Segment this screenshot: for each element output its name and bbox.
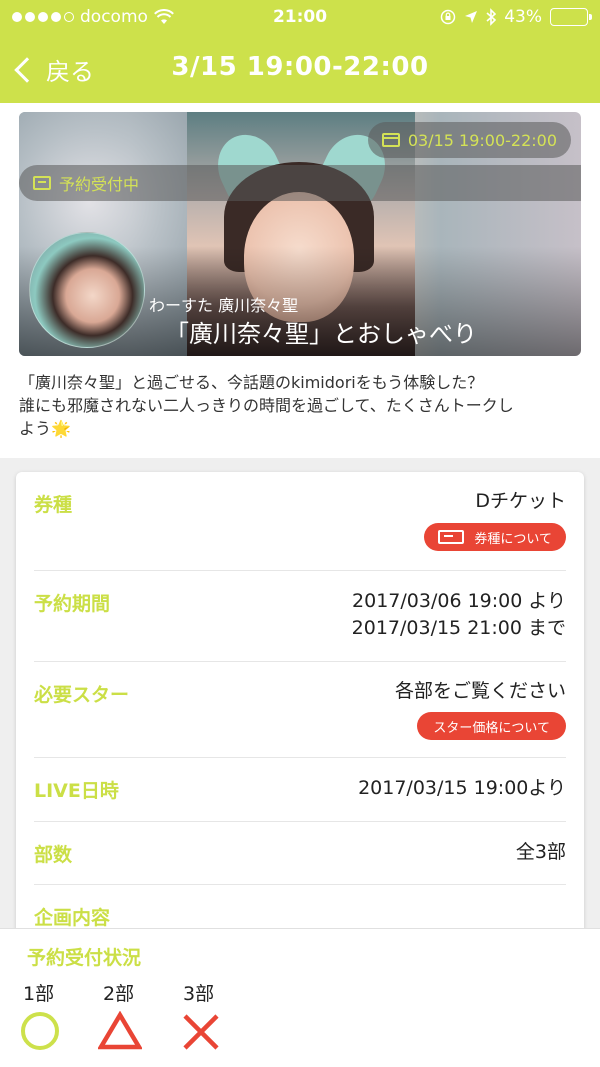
star-price-info-button[interactable]: スター価格について — [417, 712, 566, 740]
ticket-type-label: 券種 — [34, 494, 73, 516]
bluetooth-icon — [486, 8, 497, 26]
live-datetime-label: LIVE日時 — [34, 780, 119, 802]
plan-label: 企画内容 — [34, 907, 111, 929]
header: docomo 21:00 43% 戻る 3/15 19:00-22:00 — [0, 0, 600, 103]
description-line-1: 「廣川奈々聖」と過ごせる、今話題のkimidoriをもう体験した？ — [19, 373, 484, 392]
ticket-type-info-button[interactable]: 券種について — [424, 523, 566, 551]
event-title: 「廣川奈々聖」とおしゃべり — [165, 320, 477, 348]
available-circle-icon[interactable] — [21, 1012, 59, 1050]
ticket-icon — [33, 176, 51, 190]
battery-percent: 43% — [504, 7, 542, 27]
parts-count-value: 全3部 — [515, 841, 566, 863]
date-badge-text: 03/15 19:00-22:00 — [407, 130, 557, 150]
reservation-period-to: 2017/03/15 21:00 まで — [351, 617, 566, 639]
parts-count-label: 部数 — [34, 844, 73, 866]
sold-out-cross-icon[interactable] — [182, 1013, 220, 1051]
page-title: 3/15 19:00-22:00 — [171, 52, 429, 82]
description-line-2: 誰にも邪魔されない二人っきりの時間を過ごして、たくさんトークし — [19, 396, 514, 415]
hero-banner: 03/15 19:00-22:00 予約受付中 わーすた 廣川奈々聖 「廣川奈々… — [19, 112, 581, 356]
reservation-period-label: 予約期間 — [34, 593, 111, 615]
ticket-icon — [438, 530, 465, 544]
event-description: 「廣川奈々聖」と過ごせる、今話題のkimidoriをもう体験した？ 誰にも邪魔さ… — [19, 371, 581, 440]
reservation-period-value: 2017/03/06 19:00 より 2017/03/15 21:00 まで — [352, 588, 566, 642]
ticket-type-info-label: 券種について — [474, 531, 552, 547]
description-line-3: よう🌟 — [19, 417, 581, 440]
calendar-icon — [381, 133, 400, 147]
battery-icon — [550, 8, 592, 26]
nav-bar: 戻る 3/15 19:00-22:00 — [0, 34, 600, 102]
description-line-3-text: よう — [19, 419, 52, 438]
ticket-type-value: Dチケット — [475, 490, 566, 512]
status-badge-text: 予約受付中 — [59, 175, 140, 194]
date-badge: 03/15 19:00-22:00 — [367, 122, 571, 158]
event-summary: 03/15 19:00-22:00 予約受付中 わーすた 廣川奈々聖 「廣川奈々… — [0, 103, 600, 458]
part-3-label: 3部 — [183, 983, 215, 1005]
row-required-stars: 必要スター 各部をご覧ください スター価格について — [34, 662, 566, 758]
row-parts-count: 部数 全3部 — [34, 822, 566, 885]
status-bar: docomo 21:00 43% — [0, 0, 600, 34]
required-stars-label: 必要スター — [34, 684, 130, 706]
location-icon — [465, 11, 478, 23]
live-datetime-value: 2017/03/15 19:00より — [358, 777, 566, 799]
reservation-status-panel: 予約受付状況 1部 2部 3部 — [0, 928, 600, 1067]
sparkle-star-icon: 🌟 — [51, 419, 71, 438]
reservation-period-from: 2017/03/06 19:00 より — [352, 590, 566, 612]
row-reservation-period: 予約期間 2017/03/06 19:00 より 2017/03/15 21:0… — [34, 571, 566, 662]
required-stars-value: 各部をご覧ください — [394, 680, 566, 702]
artist-name: わーすた 廣川奈々聖 — [149, 296, 299, 315]
avatar — [29, 232, 145, 348]
part-2-label: 2部 — [103, 983, 135, 1005]
details-card: 券種 Dチケット 券種について 予約期間 2017/03/06 19:00 より… — [16, 472, 584, 952]
part-1-label: 1部 — [23, 983, 55, 1005]
status-right: 43% — [440, 7, 592, 27]
status-badge: 予約受付中 — [19, 165, 581, 201]
few-left-triangle-icon[interactable] — [98, 1011, 142, 1051]
rotation-lock-icon — [440, 9, 456, 25]
star-price-info-label: スター価格について — [433, 720, 550, 736]
row-ticket-type: 券種 Dチケット 券種について — [34, 472, 566, 571]
reservation-status-label: 予約受付状況 — [27, 947, 142, 969]
row-live-datetime: LIVE日時 2017/03/15 19:00より — [34, 758, 566, 822]
